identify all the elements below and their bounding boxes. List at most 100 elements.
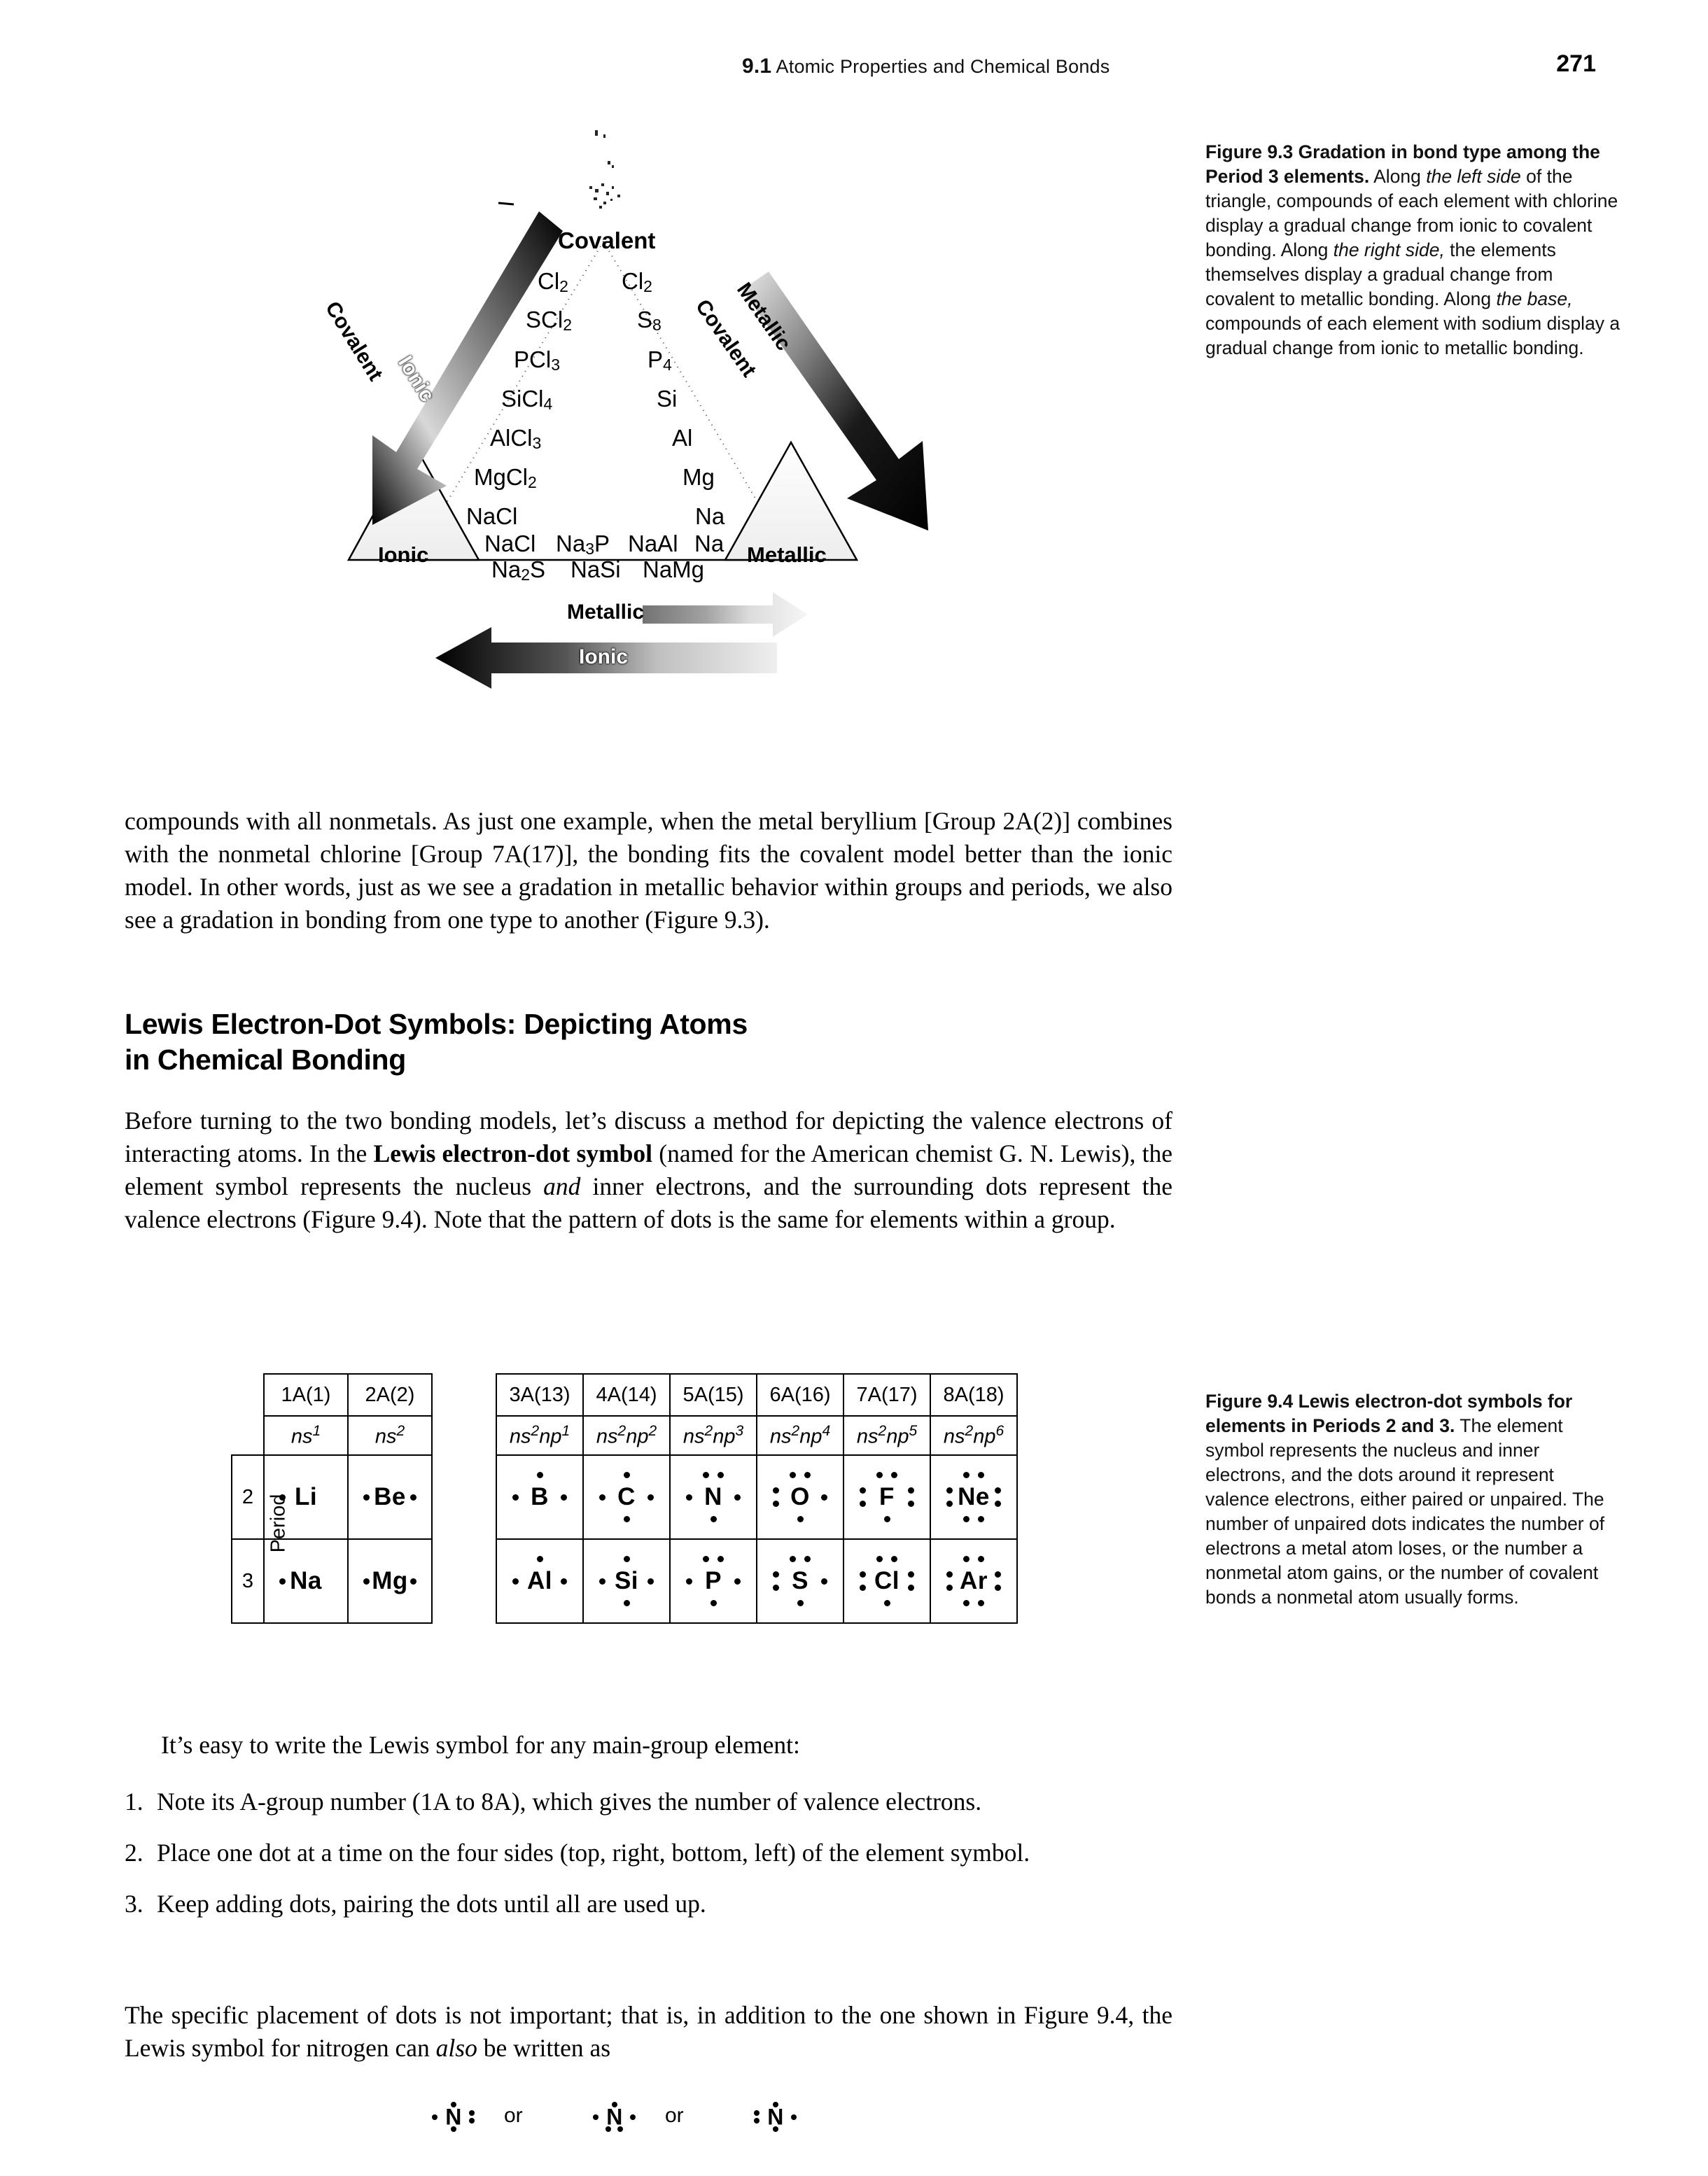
group-header: 5A(15) (669, 1373, 757, 1417)
step-number: 3. (125, 1890, 144, 1918)
term-lewis-electron-dot-symbol: Lewis electron-dot symbol (373, 1139, 653, 1167)
valence-dot (876, 1471, 883, 1478)
valence-dot (431, 2114, 438, 2120)
triangle-left-compound: SiCl4 (501, 386, 553, 413)
triangle-base-compound: NaAl (628, 531, 678, 556)
valence-dot (605, 2126, 611, 2133)
period-row: B C N O F Ne (496, 1454, 1018, 1540)
valence-dot (753, 2110, 760, 2117)
lewis-cell-be: Be (347, 1454, 433, 1540)
element-symbol: Ne (958, 1483, 990, 1510)
lewis-cell-cl: Cl (843, 1538, 931, 1624)
step-item: 3. Keep adding dots, pairing the dots unt… (125, 1888, 1172, 1921)
element-symbol: Na (290, 1567, 322, 1594)
valence-dot (804, 1555, 811, 1562)
lewis-symbol: C (584, 1456, 669, 1538)
config-row: ns2np1 ns2np2 ns2np3 ns2np4 ns2np5 ns2np6 (496, 1415, 1018, 1456)
paragraph-emphasis: and (543, 1172, 581, 1200)
valence-dot (611, 2101, 617, 2107)
valence-dot (647, 1494, 654, 1501)
element-symbol: C (617, 1483, 636, 1510)
element-symbol: O (790, 1483, 810, 1510)
valence-dot (978, 1600, 985, 1607)
valence-dot (599, 1578, 606, 1585)
element-symbol: S (792, 1567, 808, 1594)
valence-dot (962, 1471, 969, 1478)
body-paragraph-1-block: compounds with all nonmetals. As just on… (125, 805, 1172, 936)
valence-dot (512, 1578, 519, 1585)
valence-dot (623, 1555, 630, 1562)
valence-dot (773, 1487, 780, 1494)
valence-dot (962, 1600, 969, 1607)
valence-dot (718, 1471, 724, 1478)
valence-dot (978, 1516, 985, 1523)
lewis-cell-s: S (756, 1538, 844, 1624)
triangle-graphic (346, 130, 928, 689)
valence-dot (363, 1578, 370, 1585)
step-text: Place one dot at a time on the four side… (157, 1839, 1030, 1867)
valence-dot (860, 1571, 867, 1578)
valence-dot (883, 1516, 890, 1523)
bottom-arrow-outer-label: Metallic (567, 601, 645, 624)
lewis-symbol: S (757, 1540, 843, 1622)
group-header-row: 3A(13) 4A(14) 5A(15) 6A(16) 7A(17) 8A(18) (496, 1373, 1018, 1417)
triangle-base-compound: NaSi (570, 556, 621, 582)
valence-dot (791, 2114, 797, 2120)
step-number: 2. (125, 1839, 144, 1867)
valence-dot (860, 1500, 867, 1507)
period-number: 2 (231, 1454, 265, 1540)
triangle-base-compound: Na (694, 531, 724, 556)
element-symbol: Ar (960, 1567, 988, 1594)
valence-dot (623, 1516, 630, 1523)
valence-dot (702, 1555, 709, 1562)
section-heading: Lewis Electron-Dot Symbols: Depicting At… (125, 1006, 1172, 1078)
lewis-symbol: F (844, 1456, 930, 1538)
lewis-symbol: B (497, 1456, 582, 1538)
running-head: 9.1 Atomic Properties and Chemical Bonds (742, 55, 1110, 78)
valence-dot (820, 1494, 827, 1501)
triangle-base-compound: NaMg (643, 556, 705, 582)
element-symbol: N (704, 1483, 722, 1510)
element-symbol: Al (527, 1567, 552, 1594)
valence-dot (994, 1500, 1001, 1507)
valence-dot (410, 1578, 416, 1585)
nitrogen-variant: N (581, 2094, 648, 2140)
valence-dot (946, 1500, 953, 1507)
lewis-symbol: Mg (349, 1540, 431, 1622)
variant-separator: or (665, 2104, 684, 2127)
valence-dot (623, 1600, 630, 1607)
element-symbol: F (879, 1483, 895, 1510)
group-header: 3A(13) (496, 1373, 584, 1417)
valence-dot (773, 1571, 780, 1578)
valence-dot (647, 1578, 654, 1585)
electron-configuration: ns2np6 (930, 1415, 1018, 1456)
valence-dot (718, 1555, 724, 1562)
spacer-cell (232, 1374, 264, 1416)
valence-dot (536, 1471, 543, 1478)
valence-dot (962, 1555, 969, 1562)
caption-figure-label: Figure 9.4 (1205, 1391, 1294, 1412)
valence-dot (560, 1494, 567, 1501)
triangle-left-compound: SCl2 (526, 307, 572, 334)
triangle-base-compound: NaCl (484, 531, 536, 556)
triangle-left-compound: Cl2 (538, 268, 568, 295)
triangle-left-compound: AlCl3 (490, 425, 542, 452)
triangle-right-element: Si (657, 386, 678, 412)
triangle-left-compound: PCl3 (514, 346, 560, 374)
valence-dot (994, 1584, 1001, 1591)
group-header: 2A(2) (347, 1373, 433, 1417)
nitrogen-variant: N (420, 2094, 487, 2140)
valence-dot (891, 1471, 898, 1478)
group-header: 1A(1) (263, 1373, 349, 1417)
electron-configuration: ns2np4 (756, 1415, 844, 1456)
valence-dot (907, 1500, 914, 1507)
valence-dot (978, 1555, 985, 1562)
triangle-base-compound: Na2S (491, 556, 545, 584)
lewis-table-block-a: 1A(1) 2A(2) ns1 ns2 2 Li Be 3 Na Mg (231, 1373, 433, 1624)
valence-dot (512, 1494, 519, 1501)
figure-9-3-caption: Figure 9.3 Gradation in bond type among … (1205, 140, 1622, 360)
lewis-symbol: Si (584, 1540, 669, 1622)
spacer-cell (232, 1416, 264, 1455)
lewis-symbol: Li (265, 1456, 347, 1538)
valence-dot (279, 1494, 286, 1501)
